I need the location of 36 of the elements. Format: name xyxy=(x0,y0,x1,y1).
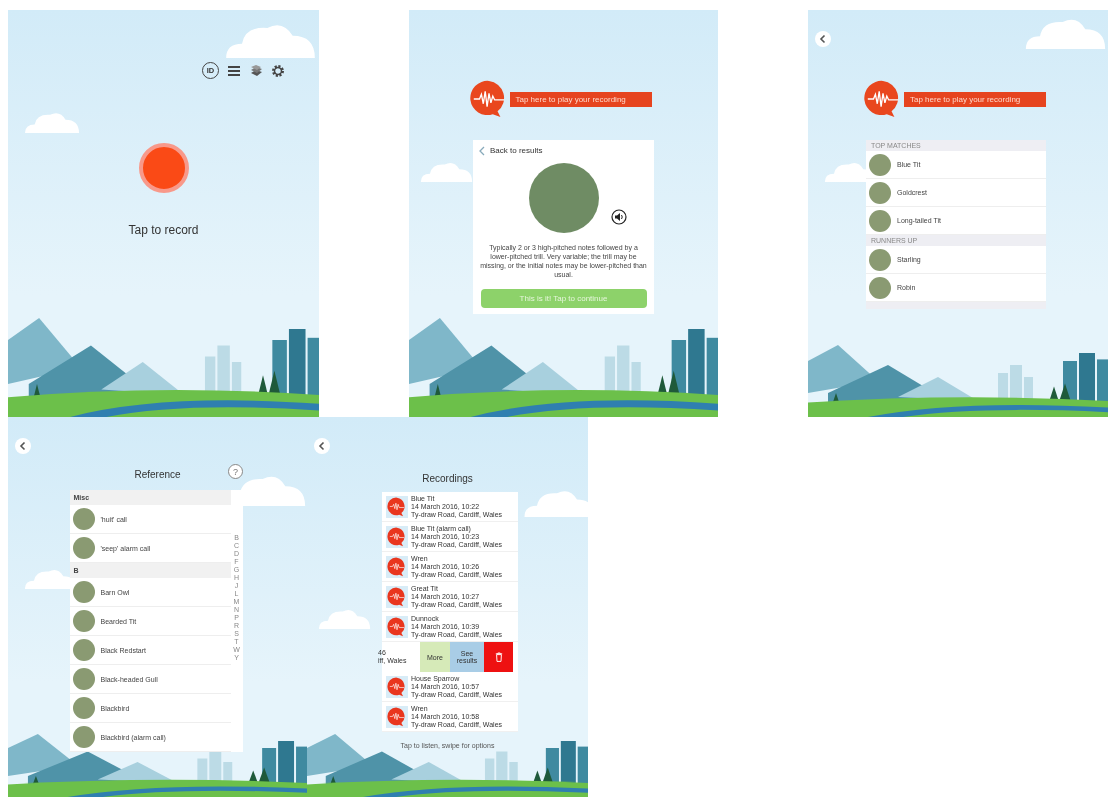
waveform-bubble-icon xyxy=(386,555,408,578)
screen-title: Recordings xyxy=(422,473,473,484)
photo-placeholder xyxy=(72,610,95,632)
waveform-bubble-icon xyxy=(386,495,408,518)
cloud-icon xyxy=(317,607,372,629)
photo-placeholder xyxy=(72,508,95,530)
speaker-icon[interactable] xyxy=(610,209,627,225)
waveform-bubble-icon xyxy=(386,585,408,608)
photo-placeholder xyxy=(72,726,95,748)
delete-button[interactable] xyxy=(484,642,513,672)
waveform-bubble-icon xyxy=(386,675,408,698)
photo-placeholder xyxy=(869,248,891,271)
menu-icon[interactable] xyxy=(227,63,241,78)
photo-placeholder xyxy=(72,697,95,719)
trash-icon xyxy=(494,652,503,662)
back-icon[interactable] xyxy=(15,438,31,454)
waveform-bubble-icon xyxy=(386,705,408,728)
settings-icon[interactable] xyxy=(271,63,285,78)
help-button[interactable]: ? xyxy=(228,464,243,479)
record-label: Tap to record xyxy=(128,223,199,237)
photo-placeholder xyxy=(72,581,95,603)
photo-placeholder xyxy=(72,639,95,661)
waveform-bubble-icon xyxy=(386,525,408,548)
screen-title: Reference xyxy=(134,469,181,480)
record-button[interactable] xyxy=(138,143,189,193)
photo-placeholder xyxy=(72,537,95,559)
photo-placeholder xyxy=(869,276,891,299)
cloud-icon xyxy=(23,110,81,134)
photo-placeholder xyxy=(869,181,891,204)
waveform-bubble-icon xyxy=(386,615,408,638)
back-link[interactable]: Back to results xyxy=(490,144,543,157)
photo-placeholder xyxy=(72,668,95,690)
photo-placeholder xyxy=(869,209,891,232)
back-icon[interactable] xyxy=(314,438,330,454)
photo-placeholder xyxy=(869,153,891,176)
back-icon[interactable] xyxy=(815,31,831,47)
